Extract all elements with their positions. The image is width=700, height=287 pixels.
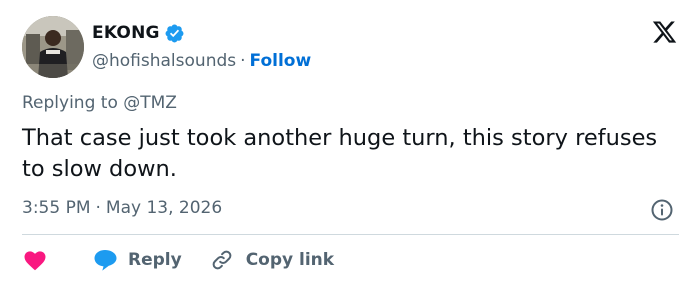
- tweet-embed-card: EKONG @hofishalsounds · Follow Replying to…: [0, 0, 700, 287]
- reply-button[interactable]: Reply: [92, 248, 182, 272]
- follow-button[interactable]: Follow: [250, 51, 312, 71]
- avatar-photo: [22, 16, 84, 78]
- tweet-text: That case just took another huge turn, t…: [22, 125, 658, 182]
- like-button[interactable]: [22, 249, 92, 271]
- avatar[interactable]: [22, 16, 84, 78]
- verified-badge-icon: [165, 24, 184, 42]
- separator-dot: ·: [240, 51, 246, 71]
- x-logo-icon[interactable]: [651, 19, 678, 45]
- separator-dot: ·: [95, 198, 101, 218]
- copy-link-button[interactable]: Copy link: [210, 248, 334, 272]
- handle[interactable]: @hofishalsounds: [92, 51, 236, 71]
- reply-label: Reply: [128, 250, 182, 270]
- timestamp-row[interactable]: 3:55 PM · May 13, 2026: [22, 198, 222, 218]
- divider: [22, 234, 679, 235]
- handle-row: @hofishalsounds · Follow: [92, 51, 311, 71]
- name-row: EKONG: [92, 21, 311, 45]
- tweet-time: 3:55 PM: [22, 198, 91, 218]
- display-name[interactable]: EKONG: [92, 23, 160, 43]
- heart-icon: [24, 251, 46, 271]
- copy-link-label: Copy link: [245, 250, 335, 270]
- info-icon[interactable]: [650, 198, 674, 222]
- replying-to[interactable]: Replying to @TMZ: [22, 93, 177, 113]
- tweet-date: May 13, 2026: [105, 198, 223, 218]
- speech-bubble-icon: [94, 250, 117, 271]
- action-bar: Reply Copy link: [22, 245, 334, 275]
- link-icon: [212, 250, 232, 270]
- author-block: EKONG @hofishalsounds · Follow: [92, 21, 311, 71]
